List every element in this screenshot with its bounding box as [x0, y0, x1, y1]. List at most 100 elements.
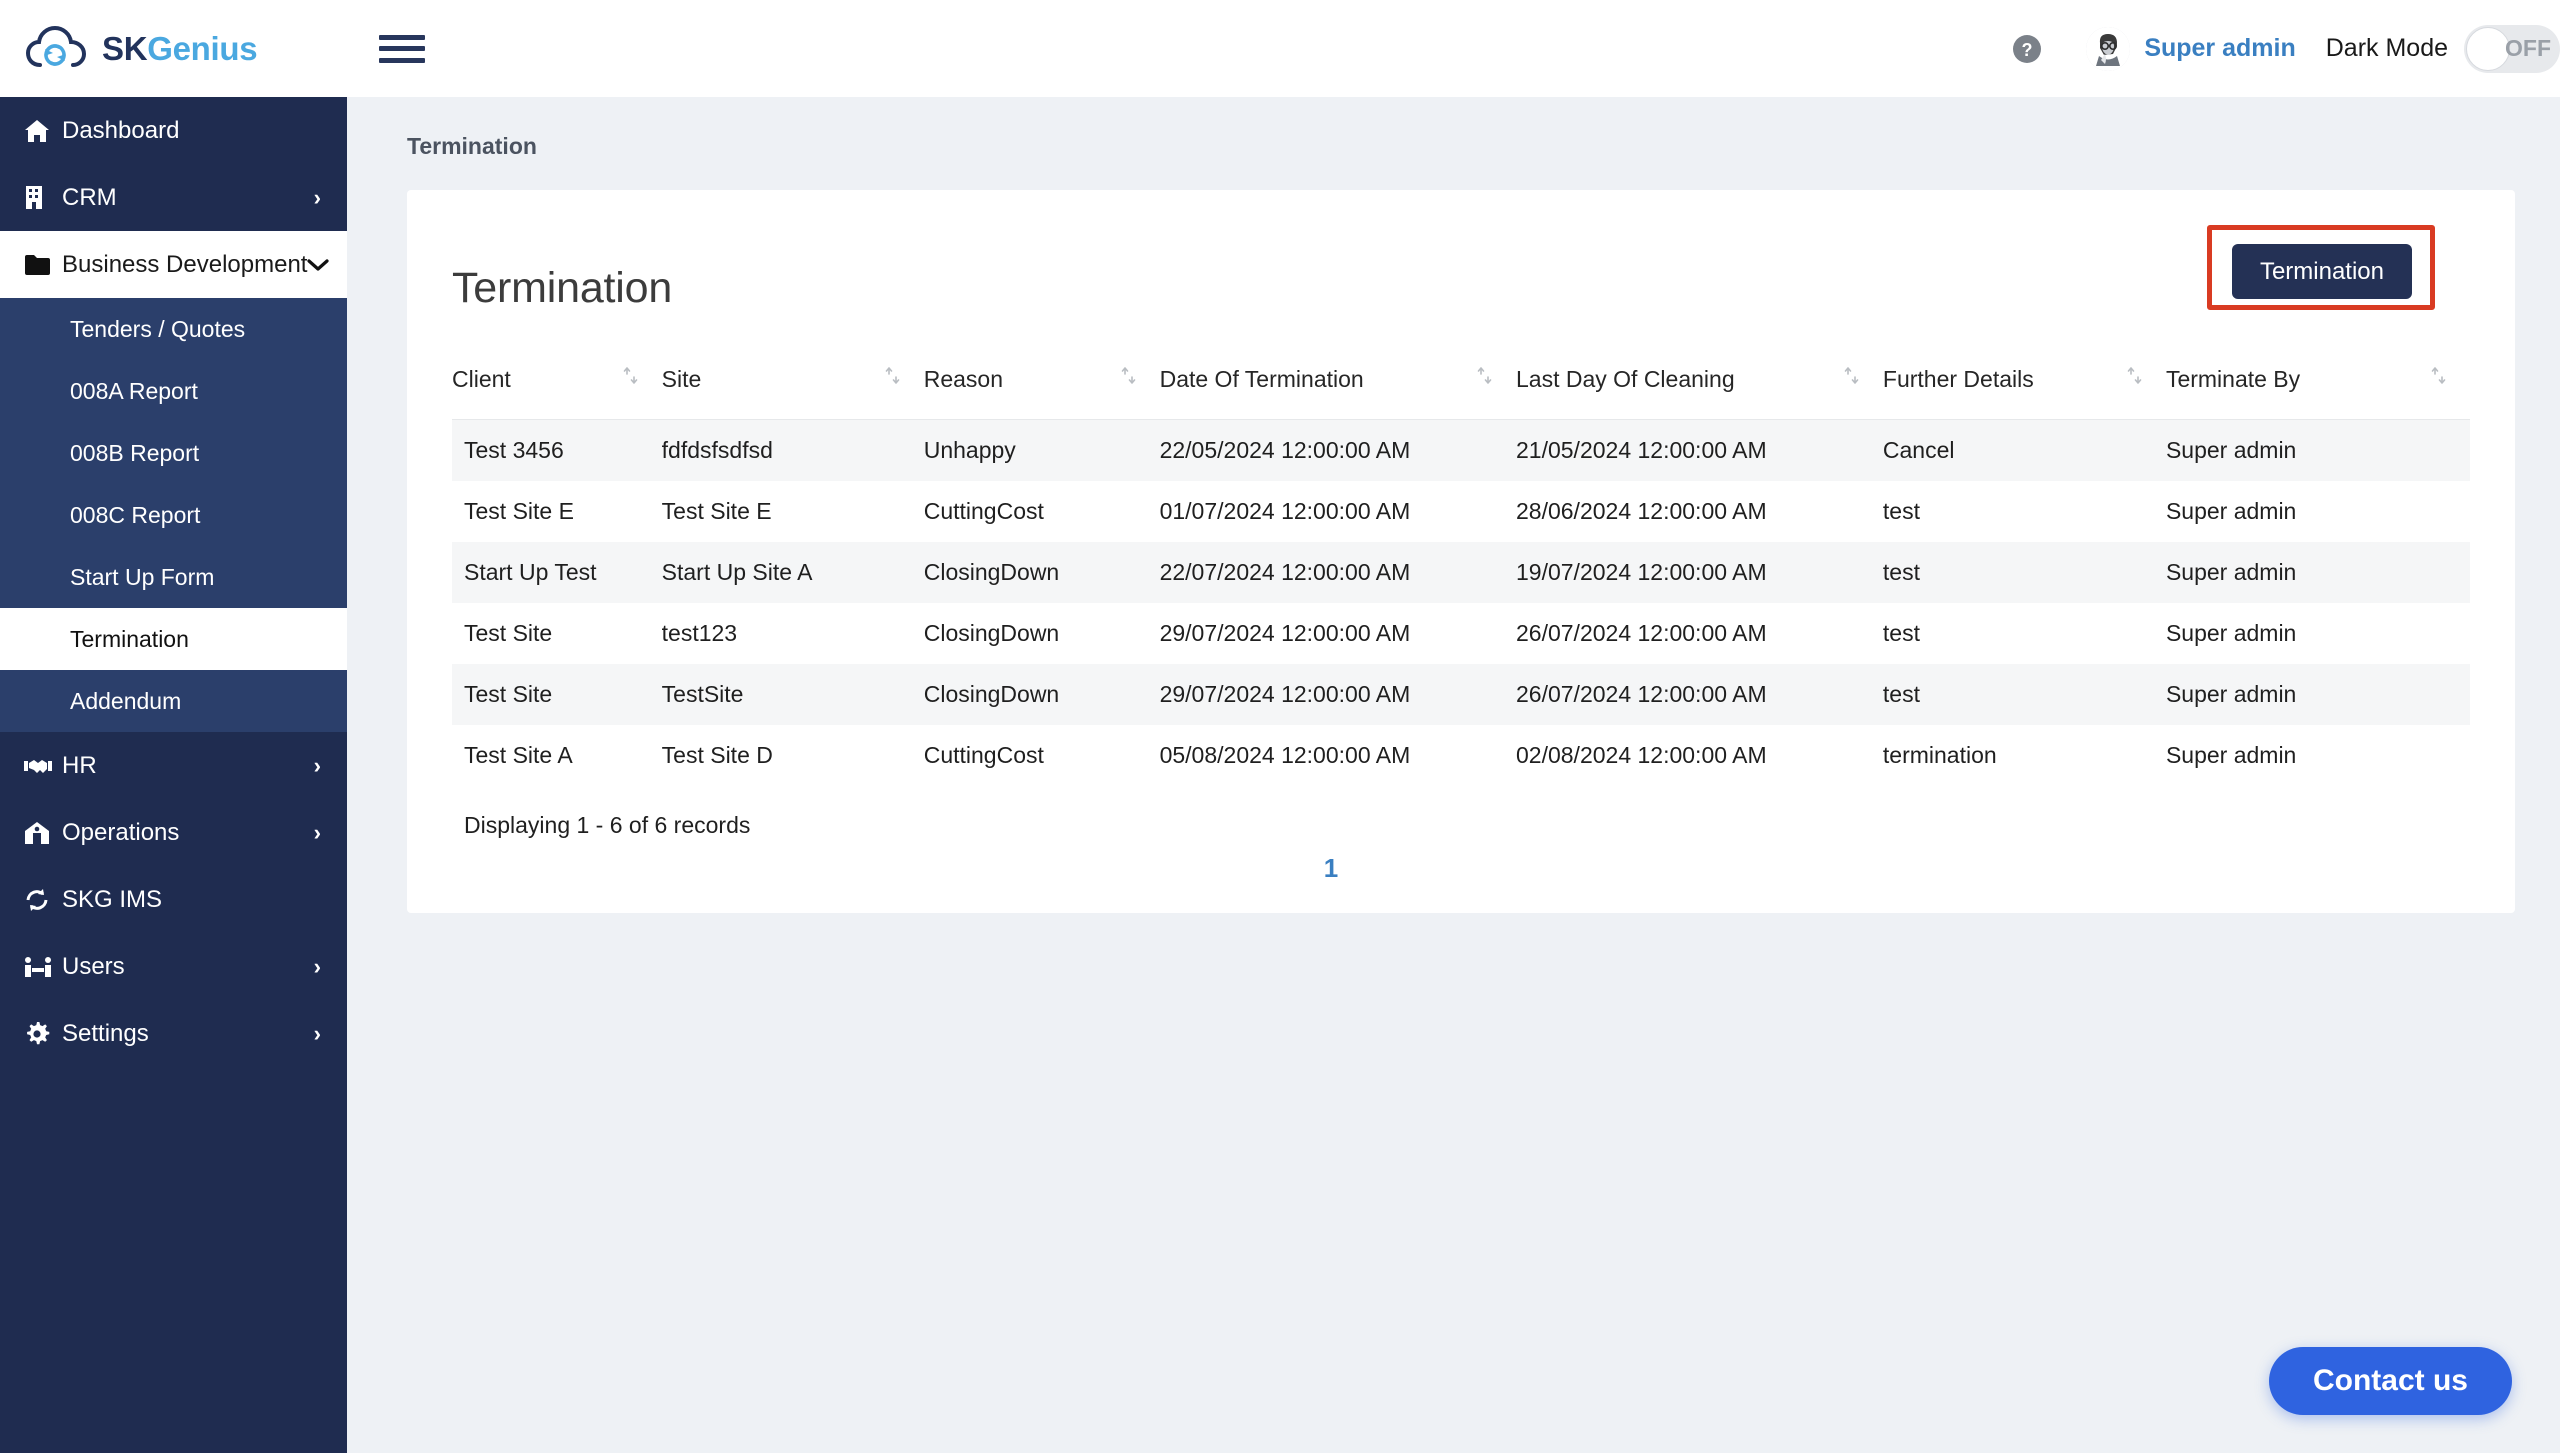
cell-date-of-termination: 22/07/2024 12:00:00 AM	[1159, 559, 1411, 585]
sort-icon[interactable]	[884, 365, 902, 393]
cell-client: Test Site	[464, 681, 553, 707]
cell-reason: ClosingDown	[923, 620, 1060, 646]
sidebar-subitem-label: 008B Report	[70, 439, 200, 466]
chevron-down-icon	[307, 254, 330, 276]
cell-client: Test 3456	[464, 437, 564, 463]
sort-icon[interactable]	[1120, 365, 1138, 393]
brand-name-prefix: SK	[102, 29, 148, 67]
card-header: Termination Termination	[407, 190, 2515, 313]
sidebar-subitem-label: Addendum	[70, 687, 182, 714]
sidebar-subitem-008b-report[interactable]: 008B Report	[0, 422, 347, 484]
avatar[interactable]	[2086, 26, 2131, 71]
cloud-sync-icon	[25, 25, 88, 73]
cell-terminate-by: Super admin	[2165, 620, 2297, 646]
column-header-reason[interactable]: Reason	[923, 351, 1160, 420]
cell-further-details: Cancel	[1882, 437, 1955, 463]
sidebar-subitem-label: Tenders / Quotes	[70, 315, 246, 342]
sidebar-item-skg-ims[interactable]: SKG IMS	[0, 866, 347, 933]
contact-us-button[interactable]: Contact us	[2268, 1347, 2512, 1415]
sidebar-item-label: Users	[62, 952, 125, 980]
column-header-client[interactable]: Client	[452, 351, 662, 420]
cell-site: Test Site D	[661, 742, 773, 768]
sidebar-item-users[interactable]: Users ›	[0, 933, 347, 1000]
sidebar-subitem-label: 008A Report	[70, 377, 198, 404]
sidebar-item-hr[interactable]: HR ›	[0, 732, 347, 799]
cell-reason: Unhappy	[923, 437, 1016, 463]
column-label: Site	[661, 365, 702, 392]
cell-site: test123	[661, 620, 738, 646]
chevron-right-icon: ›	[313, 1020, 321, 1046]
termination-table-wrapper: Client Site Reason Date Of Termination L…	[407, 351, 2515, 786]
cell-date-of-termination: 22/05/2024 12:00:00 AM	[1159, 437, 1411, 463]
sidebar-nav: Dashboard CRM › Business Development Ten…	[0, 97, 347, 1067]
sidebar-subitem-termination[interactable]: Termination	[0, 608, 347, 670]
table-body: Test 3456 fdfdsfsdfsd Unhappy 22/05/2024…	[452, 419, 2470, 786]
user-name[interactable]: Super admin	[2144, 34, 2295, 63]
sidebar-subitem-label: 008C Report	[70, 501, 201, 528]
chevron-right-icon: ›	[313, 752, 321, 778]
sidebar-item-dashboard[interactable]: Dashboard	[0, 97, 347, 164]
table-row[interactable]: Test 3456 fdfdsfsdfsd Unhappy 22/05/2024…	[452, 419, 2470, 481]
cell-further-details: test	[1882, 681, 1920, 707]
sort-icon[interactable]	[2430, 365, 2448, 393]
sidebar-item-label: Operations	[62, 818, 180, 846]
column-header-terminate-by[interactable]: Terminate By	[2165, 351, 2470, 420]
sidebar-subitem-tenders-quotes[interactable]: Tenders / Quotes	[0, 298, 347, 360]
column-label: Reason	[923, 365, 1003, 392]
sidebar-subitem-start-up-form[interactable]: Start Up Form	[0, 546, 347, 608]
help-circle-icon[interactable]: ?	[2010, 32, 2044, 66]
page-title: Termination	[452, 264, 673, 312]
sidebar-item-operations[interactable]: Operations ›	[0, 799, 347, 866]
chevron-right-icon: ›	[313, 953, 321, 979]
brand-name-suffix: Genius	[147, 29, 258, 67]
cell-date-of-termination: 05/08/2024 12:00:00 AM	[1159, 742, 1411, 768]
column-label: Date Of Termination	[1159, 365, 1364, 392]
cell-date-of-termination: 01/07/2024 12:00:00 AM	[1159, 498, 1411, 524]
cell-terminate-by: Super admin	[2165, 681, 2297, 707]
cell-client: Test Site	[464, 620, 553, 646]
dark-mode-toggle[interactable]: OFF	[2464, 24, 2560, 73]
column-header-last-day-of-cleaning[interactable]: Last Day Of Cleaning	[1516, 351, 1883, 420]
cell-further-details: test	[1882, 620, 1920, 646]
column-header-date-of-termination[interactable]: Date Of Termination	[1159, 351, 1516, 420]
app-root: SKGenius Dashboard CRM › Business Develo…	[0, 0, 2560, 1453]
cell-terminate-by: Super admin	[2165, 559, 2297, 585]
brand-logo-area[interactable]: SKGenius	[0, 0, 347, 97]
cell-last-day-of-cleaning: 19/07/2024 12:00:00 AM	[1516, 559, 1767, 585]
sidebar-subitem-008a-report[interactable]: 008A Report	[0, 360, 347, 422]
column-header-site[interactable]: Site	[661, 351, 924, 420]
cell-site: Test Site E	[661, 498, 772, 524]
sort-icon[interactable]	[1476, 365, 1494, 393]
sidebar-item-business-development[interactable]: Business Development	[0, 231, 347, 298]
termination-table: Client Site Reason Date Of Termination L…	[452, 351, 2470, 786]
sidebar-item-settings[interactable]: Settings ›	[0, 1000, 347, 1067]
cell-further-details: test	[1882, 498, 1920, 524]
sidebar-item-label: CRM	[62, 183, 117, 211]
table-row[interactable]: Test Site test123 ClosingDown 29/07/2024…	[452, 603, 2470, 664]
termination-button[interactable]: Termination	[2231, 244, 2412, 299]
pagination-page-1[interactable]: 1	[1312, 847, 1350, 890]
table-row[interactable]: Test Site E Test Site E CuttingCost 01/0…	[452, 481, 2470, 542]
sort-icon[interactable]	[1843, 365, 1861, 393]
table-row[interactable]: Start Up Test Start Up Site A ClosingDow…	[452, 542, 2470, 603]
column-label: Further Details	[1882, 365, 2034, 392]
cell-client: Start Up Test	[464, 559, 597, 585]
cell-client: Test Site A	[464, 742, 573, 768]
cell-last-day-of-cleaning: 28/06/2024 12:00:00 AM	[1516, 498, 1767, 524]
cell-terminate-by: Super admin	[2165, 498, 2297, 524]
records-summary: Displaying 1 - 6 of 6 records	[464, 812, 751, 838]
sidebar-subitem-addendum[interactable]: Addendum	[0, 670, 347, 732]
sidebar-item-crm[interactable]: CRM ›	[0, 164, 347, 231]
sort-icon[interactable]	[2126, 365, 2144, 393]
table-row[interactable]: Test Site A Test Site D CuttingCost 05/0…	[452, 725, 2470, 786]
cell-date-of-termination: 29/07/2024 12:00:00 AM	[1159, 681, 1411, 707]
hamburger-icon[interactable]	[379, 31, 425, 67]
sidebar-submenu-business-development: Tenders / Quotes 008A Report 008B Report…	[0, 298, 347, 732]
table-row[interactable]: Test Site TestSite ClosingDown 29/07/202…	[452, 664, 2470, 725]
sort-icon[interactable]	[622, 365, 640, 393]
sidebar-subitem-008c-report[interactable]: 008C Report	[0, 484, 347, 546]
building-icon	[24, 185, 62, 210]
column-header-further-details[interactable]: Further Details	[1882, 351, 2166, 420]
handshake-icon	[24, 756, 62, 776]
cell-site: TestSite	[661, 681, 744, 707]
